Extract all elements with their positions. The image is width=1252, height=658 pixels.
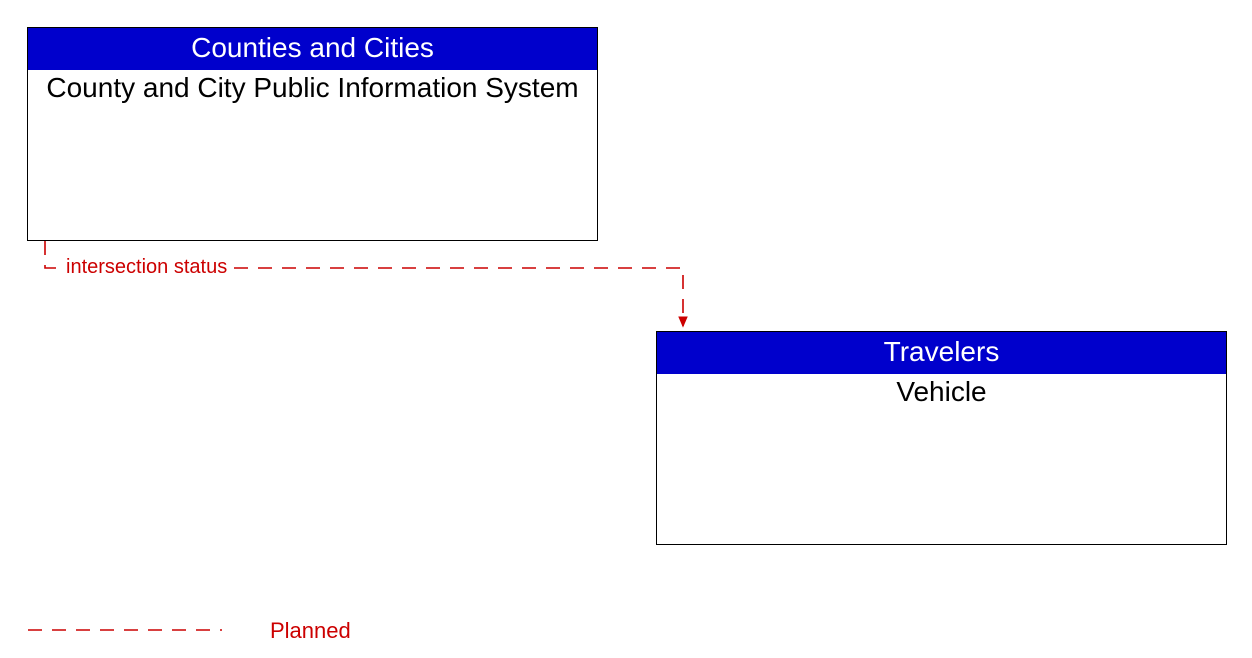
entity-body-target: Vehicle	[657, 374, 1226, 410]
entity-box-target: Travelers Vehicle	[656, 331, 1227, 545]
flow-path	[45, 241, 683, 326]
entity-box-source: Counties and Cities County and City Publ…	[27, 27, 598, 241]
entity-header-target: Travelers	[657, 332, 1226, 374]
entity-header-source: Counties and Cities	[28, 28, 597, 70]
entity-body-source: County and City Public Information Syste…	[28, 70, 597, 106]
flow-label: intersection status	[62, 256, 231, 279]
legend-label-planned: Planned	[270, 618, 351, 644]
